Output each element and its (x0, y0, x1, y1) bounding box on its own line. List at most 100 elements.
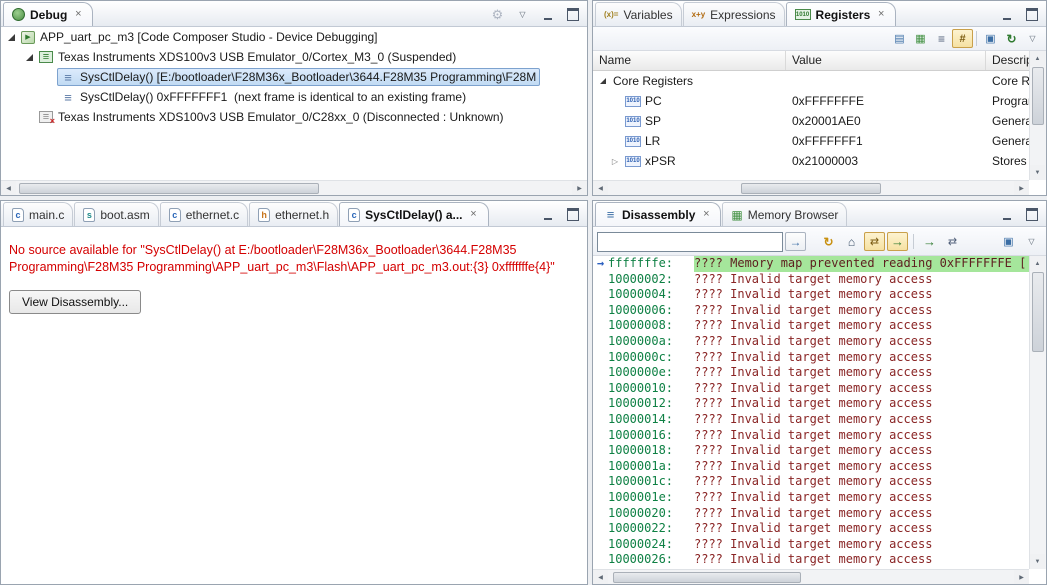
disassembly-row[interactable]: 10000020: ???? Invalid target memory acc… (593, 506, 1029, 522)
register-name: xPSR (645, 154, 676, 168)
debug-tree-row[interactable]: SysCtlDelay() [E:/bootloader\F28M36x_Boo… (1, 67, 587, 87)
scroll-up-icon[interactable]: ▲ (1030, 51, 1045, 66)
debug-horizontal-scrollbar[interactable]: ◀ ▶ (1, 180, 587, 195)
add-register-group-icon[interactable] (910, 29, 931, 48)
scroll-up-icon[interactable]: ▲ (1030, 256, 1045, 271)
debug-tree-row[interactable]: Texas Instruments XDS100v3 USB Emulator_… (1, 47, 587, 67)
maximize-icon[interactable] (1021, 5, 1042, 24)
maximize-icon[interactable] (1021, 205, 1042, 224)
expander-icon[interactable] (5, 34, 17, 41)
minimize-icon[interactable] (996, 5, 1017, 24)
maximize-icon[interactable] (562, 5, 583, 24)
disassembly-row[interactable]: 10000002: ???? Invalid target memory acc… (593, 272, 1029, 288)
new-view-icon[interactable] (980, 29, 1001, 48)
disassembly-row[interactable]: 10000016: ???? Invalid target memory acc… (593, 428, 1029, 444)
disassembly-row[interactable]: 10000006: ???? Invalid target memory acc… (593, 303, 1029, 319)
disassembly-row[interactable]: 10000004: ???? Invalid target memory acc… (593, 287, 1029, 303)
minimize-icon[interactable] (537, 5, 558, 24)
debug-tree-row[interactable]: SysCtlDelay() 0xFFFFFFF1 (next frame is … (1, 87, 587, 107)
view-tab[interactable]: Expressions (682, 2, 785, 26)
disassembly-horizontal-scrollbar[interactable]: ◀ ▶ (593, 569, 1029, 584)
view-tab[interactable]: Disassembly (595, 202, 722, 226)
debug-tree-row[interactable]: APP_uart_pc_m3 [Code Composer Studio - D… (1, 27, 587, 47)
scrollbar-thumb[interactable] (741, 183, 881, 194)
instruction-text: ???? Invalid target memory access (694, 458, 933, 473)
close-icon[interactable] (72, 9, 84, 21)
tree-layout-icon[interactable] (931, 29, 952, 48)
disassembly-row[interactable]: 1000001c: ???? Invalid target memory acc… (593, 474, 1029, 490)
refresh-icon[interactable] (818, 232, 839, 251)
maximize-icon[interactable] (562, 205, 583, 224)
expander-icon[interactable] (609, 157, 621, 166)
scroll-left-icon[interactable]: ◀ (1, 181, 16, 195)
expander-icon[interactable] (23, 54, 35, 61)
register-row[interactable]: Core Registers Core Reg (593, 71, 1029, 91)
registers-vertical-scrollbar[interactable]: ▲ ▼ (1029, 51, 1046, 180)
disassembly-row[interactable]: 10000018: ???? Invalid target memory acc… (593, 443, 1029, 459)
follow-pc-icon[interactable] (887, 232, 908, 251)
view-menu-icon[interactable] (1022, 29, 1043, 48)
close-icon[interactable] (875, 9, 887, 21)
disassembly-row[interactable]: 10000026: ???? Invalid target memory acc… (593, 552, 1029, 568)
scrollbar-thumb[interactable] (1032, 272, 1044, 352)
view-disassembly-button[interactable]: View Disassembly... (9, 290, 142, 314)
editor-tab[interactable]: main.c (3, 202, 74, 226)
scroll-right-icon[interactable]: ▶ (1014, 181, 1029, 195)
step-icon[interactable] (919, 232, 940, 251)
disassembly-row[interactable]: 10000022: ???? Invalid target memory acc… (593, 521, 1029, 537)
hex-format-icon[interactable] (952, 29, 973, 48)
view-menu-icon[interactable] (512, 5, 533, 24)
column-name[interactable]: Name (593, 51, 786, 70)
disassembly-row[interactable]: 10000012: ???? Invalid target memory acc… (593, 396, 1029, 412)
goto-address-icon[interactable] (785, 232, 806, 251)
view-tab[interactable]: Registers (785, 2, 897, 26)
view-tab[interactable]: Memory Browser (722, 202, 848, 226)
view-menu-icon[interactable] (1021, 232, 1042, 251)
register-row[interactable]: PC 0xFFFFFFFE Program (593, 91, 1029, 111)
disassembly-row[interactable]: 1000000c: ???? Invalid target memory acc… (593, 350, 1029, 366)
sync-icon[interactable] (942, 232, 963, 251)
editor-tab[interactable]: ethernet.c (159, 202, 249, 226)
disassembly-row[interactable]: 10000014: ???? Invalid target memory acc… (593, 412, 1029, 428)
debug-tree-row[interactable]: Texas Instruments XDS100v3 USB Emulator_… (1, 107, 587, 127)
disassembly-row[interactable]: 1000001e: ???? Invalid target memory acc… (593, 490, 1029, 506)
scroll-right-icon[interactable]: ▶ (572, 181, 587, 195)
view-tab[interactable]: Variables (595, 2, 682, 26)
editor-tab[interactable]: boot.asm (74, 202, 159, 226)
link-with-context-icon[interactable] (864, 232, 885, 251)
disassembly-row[interactable]: 10000008: ???? Invalid target memory acc… (593, 318, 1029, 334)
scrollbar-thumb[interactable] (613, 572, 801, 583)
disassembly-row[interactable]: 10000010: ???? Invalid target memory acc… (593, 381, 1029, 397)
scroll-left-icon[interactable]: ◀ (593, 570, 608, 584)
close-icon[interactable] (700, 209, 712, 221)
register-row[interactable]: SP 0x20001AE0 General P (593, 111, 1029, 131)
scrollbar-thumb[interactable] (19, 183, 319, 194)
editor-tab[interactable]: SysCtlDelay() a... (339, 202, 489, 226)
scroll-left-icon[interactable]: ◀ (593, 181, 608, 195)
new-view-icon[interactable] (998, 232, 1019, 251)
tab-debug[interactable]: Debug (3, 2, 94, 26)
register-row[interactable]: xPSR 0x21000003 Stores th (593, 151, 1029, 171)
disassembly-row[interactable]: 1000000a: ???? Invalid target memory acc… (593, 334, 1029, 350)
disassembly-vertical-scrollbar[interactable]: ▲ ▼ (1029, 256, 1046, 569)
scroll-down-icon[interactable]: ▼ (1030, 165, 1045, 180)
scroll-right-icon[interactable]: ▶ (1014, 570, 1029, 584)
register-row[interactable]: LR 0xFFFFFFF1 General P (593, 131, 1029, 151)
disassembly-row[interactable]: fffffffe: ???? Memory map prevented read… (593, 256, 1029, 272)
disassembly-row[interactable]: 10000024: ???? Invalid target memory acc… (593, 537, 1029, 553)
address-input[interactable] (597, 231, 783, 252)
registers-horizontal-scrollbar[interactable]: ◀ ▶ (593, 180, 1029, 195)
minimize-icon[interactable] (537, 205, 558, 224)
close-icon[interactable] (468, 209, 480, 221)
disassembly-row[interactable]: 1000001a: ???? Invalid target memory acc… (593, 459, 1029, 475)
export-registers-icon[interactable] (889, 29, 910, 48)
column-value[interactable]: Value (786, 51, 986, 70)
refresh-icon[interactable] (1001, 29, 1022, 48)
expander-icon[interactable] (597, 78, 609, 84)
editor-tab[interactable]: ethernet.h (249, 202, 339, 226)
scroll-down-icon[interactable]: ▼ (1030, 554, 1045, 569)
disassembly-row[interactable]: 1000000e: ???? Invalid target memory acc… (593, 365, 1029, 381)
scrollbar-thumb[interactable] (1032, 67, 1044, 125)
home-icon[interactable] (841, 232, 862, 251)
minimize-icon[interactable] (996, 205, 1017, 224)
